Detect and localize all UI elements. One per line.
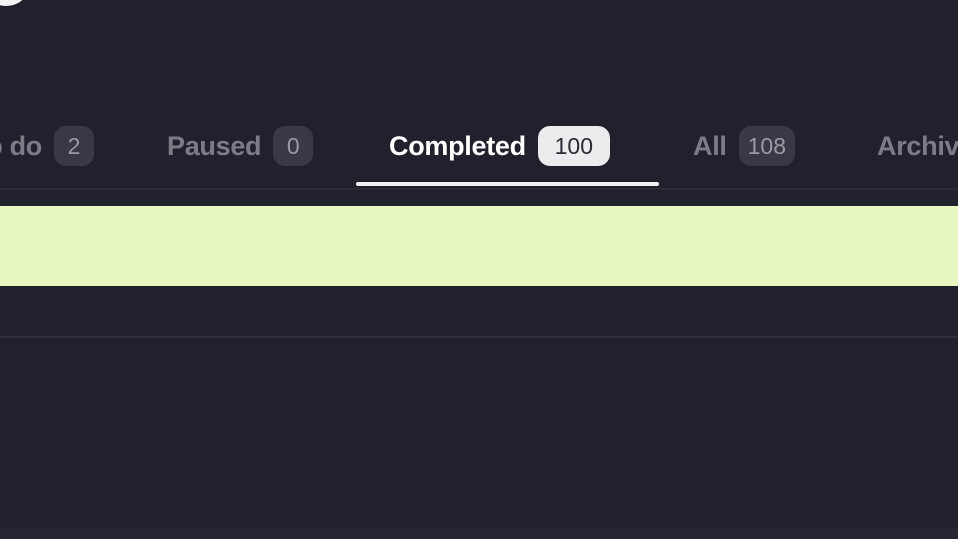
avatar[interactable] — [0, 0, 30, 6]
tab-to-do-count: 2 — [53, 126, 94, 166]
tab-to-do[interactable]: To do 2 — [0, 116, 94, 176]
tab-paused[interactable]: Paused 0 — [167, 116, 314, 176]
tab-all[interactable]: All 108 — [693, 116, 795, 176]
tab-archived-label: Archived — [877, 130, 958, 161]
tab-to-do-label: To do — [0, 130, 42, 161]
completed-tasks-view: To do 2 Paused 0 Completed 100 All 108 A… — [0, 0, 958, 539]
highlight-banner — [0, 206, 958, 286]
tab-archived[interactable]: Archived — [877, 116, 958, 176]
tab-completed-count: 100 — [537, 126, 610, 166]
tab-completed[interactable]: Completed 100 — [389, 116, 610, 176]
tab-all-label: All — [693, 130, 727, 161]
row-divider — [0, 336, 958, 338]
active-tab-indicator — [356, 182, 659, 186]
bottom-strip — [0, 528, 958, 539]
tab-paused-count: 0 — [273, 126, 314, 166]
tab-paused-label: Paused — [167, 130, 262, 161]
tab-completed-label: Completed — [389, 130, 526, 161]
tabs-divider — [0, 188, 958, 190]
tab-all-count: 108 — [738, 126, 795, 166]
status-tabs: To do 2 Paused 0 Completed 100 All 108 A… — [0, 108, 958, 188]
